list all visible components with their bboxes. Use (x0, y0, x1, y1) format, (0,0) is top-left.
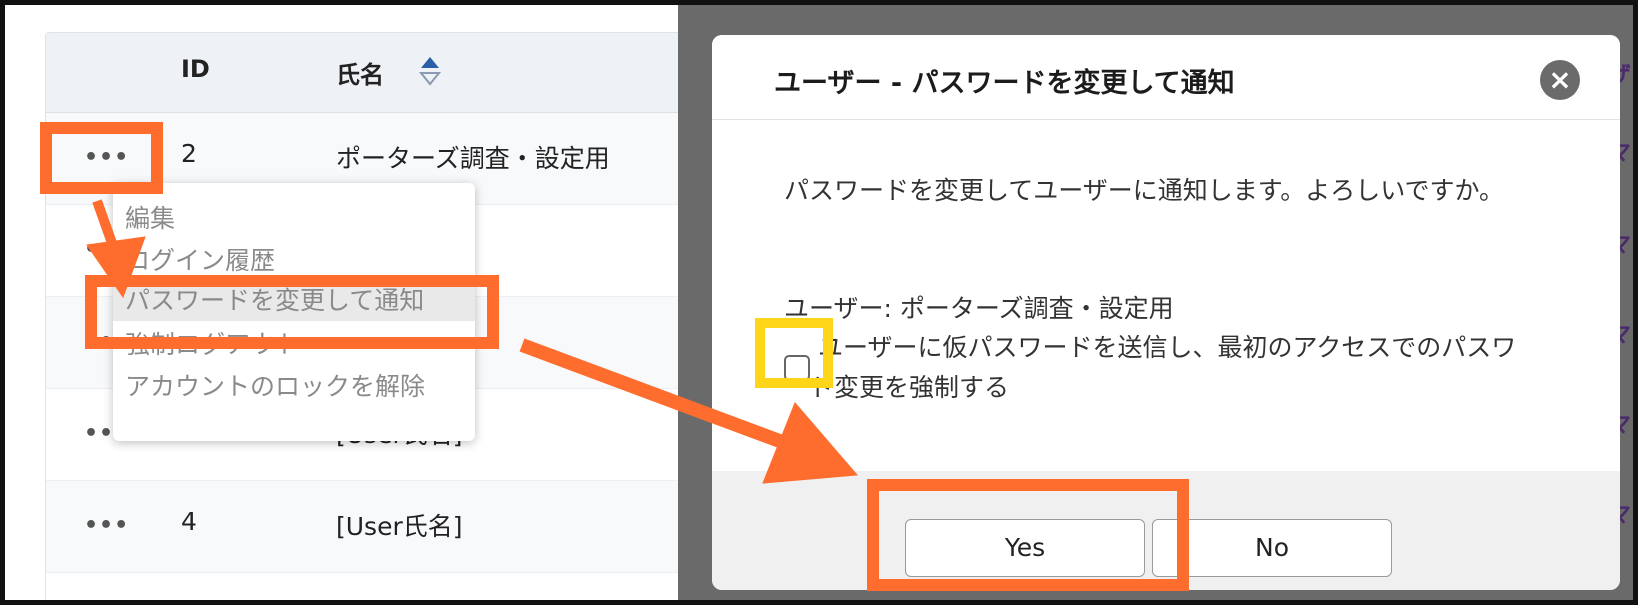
highlight-checkbox (755, 318, 833, 388)
row-more-button[interactable]: ••• (84, 513, 129, 538)
highlight-more-button (40, 122, 163, 194)
menu-item-unlock-account[interactable]: アカウントのロックを解除 (125, 367, 425, 403)
cell-name: [User氏名] (336, 512, 463, 541)
cell-name: ポーターズ調査・設定用 (336, 144, 610, 173)
menu-item-login-history[interactable]: ログイン履歴 (125, 241, 275, 277)
highlight-yes-button (867, 479, 1189, 591)
sort-icon[interactable] (419, 55, 441, 87)
confirm-message: パスワードを変更してユーザーに通知します。よろしいですか。 (784, 176, 1505, 205)
cell-id: 2 (181, 139, 197, 168)
modal-body: パスワードを変更してユーザーに通知します。よろしいですか。 ユーザー: ポーター… (712, 121, 1620, 471)
modal-header: ユーザー - パスワードを変更して通知 × (712, 35, 1620, 120)
target-user-line: ユーザー: ポーターズ調査・設定用 (784, 294, 1174, 323)
cell-id: 4 (181, 507, 197, 536)
temp-password-checkbox-label[interactable]: ユーザーに仮パスワードを送信し、最初のアクセスでのパスワード変更を強制する (784, 328, 1524, 408)
close-icon[interactable]: × (1540, 60, 1580, 100)
table-header: ID 氏名 (46, 33, 684, 113)
screenshot-frame: ID 氏名 ••• 2 ポーターズ調査・設定用 ••• ••• ••• 3 [U… (0, 0, 1638, 605)
modal-title: ユーザー - パスワードを変更して通知 (774, 68, 1235, 99)
column-header-name[interactable]: 氏名 (336, 55, 384, 90)
column-header-id[interactable]: ID (181, 55, 210, 83)
highlight-menu-item (85, 275, 499, 349)
menu-item-edit[interactable]: 編集 (125, 199, 175, 235)
table-row[interactable]: ••• 4 [User氏名] (46, 481, 684, 573)
